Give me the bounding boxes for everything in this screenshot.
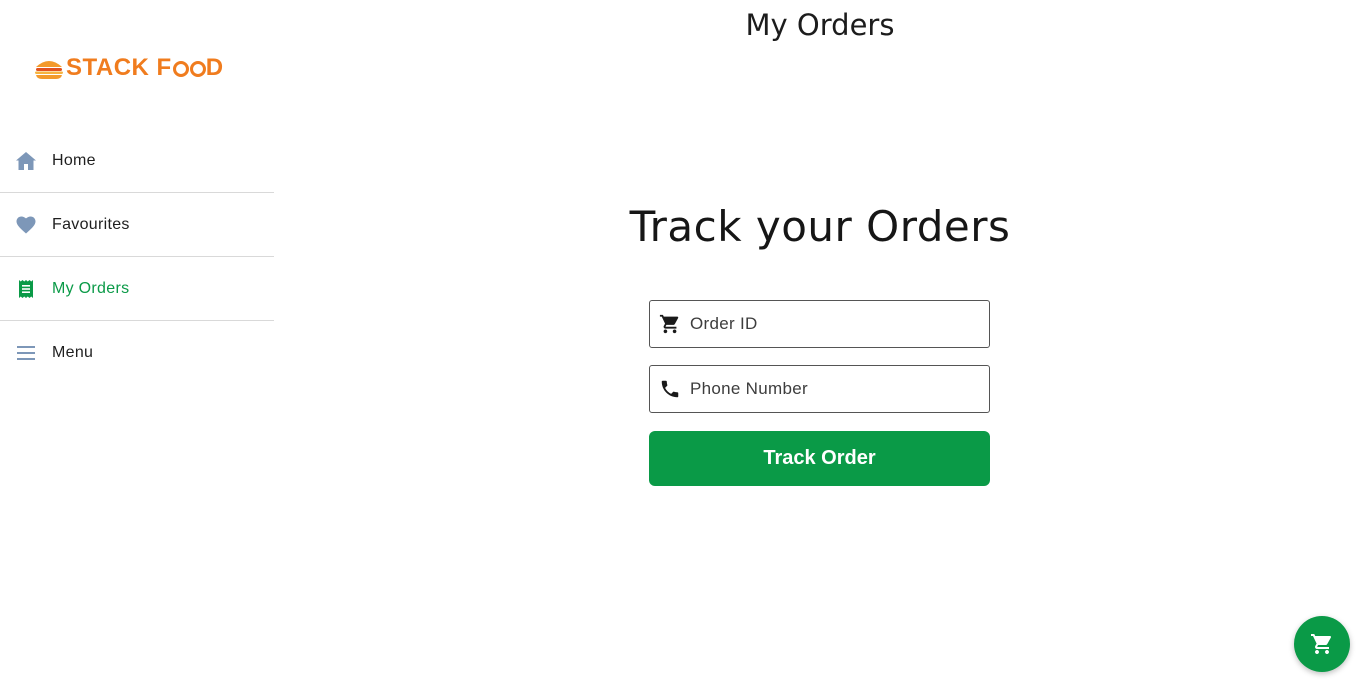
brand-name-part1: STACK F — [66, 54, 172, 81]
sidebar-item-menu[interactable]: Menu — [0, 321, 274, 384]
home-icon — [15, 150, 37, 172]
sidebar-item-my-orders[interactable]: My Orders — [0, 257, 274, 321]
brand-logo[interactable]: STACK F D — [34, 52, 224, 84]
phone-number-field[interactable] — [649, 365, 990, 413]
app-root: STACK F D Home Favourites My Orders Menu … — [0, 0, 1366, 688]
sidebar-item-label: Menu — [52, 343, 94, 361]
sidebar-item-label: My Orders — [52, 279, 130, 297]
receipt-icon — [15, 278, 37, 300]
menu-icon — [15, 342, 37, 364]
order-id-field[interactable] — [649, 300, 990, 348]
brand-name: STACK F D — [66, 54, 224, 82]
cart-fab-button[interactable] — [1294, 616, 1350, 672]
order-id-input[interactable] — [690, 314, 970, 334]
sidebar-item-home[interactable]: Home — [0, 129, 274, 193]
sidebar-nav: Home Favourites My Orders Menu — [0, 129, 274, 384]
brand-name-part2: D — [205, 54, 224, 81]
cart-icon — [1311, 634, 1332, 654]
sidebar-item-favourites[interactable]: Favourites — [0, 193, 274, 257]
sidebar-item-label: Home — [52, 151, 96, 169]
heart-icon — [15, 214, 37, 236]
track-orders-heading: Track your Orders — [629, 202, 1011, 251]
sidebar: STACK F D Home Favourites My Orders Menu — [0, 0, 274, 688]
brand-o-ring-2 — [189, 61, 206, 77]
burger-logo-icon — [35, 61, 63, 79]
page-title: My Orders — [745, 8, 895, 42]
sidebar-item-label: Favourites — [52, 215, 130, 233]
track-order-button[interactable]: Track Order — [649, 431, 990, 486]
brand-o-ring — [172, 61, 189, 77]
phone-number-input[interactable] — [690, 379, 970, 399]
cart-icon — [658, 312, 682, 336]
phone-icon — [658, 377, 682, 401]
